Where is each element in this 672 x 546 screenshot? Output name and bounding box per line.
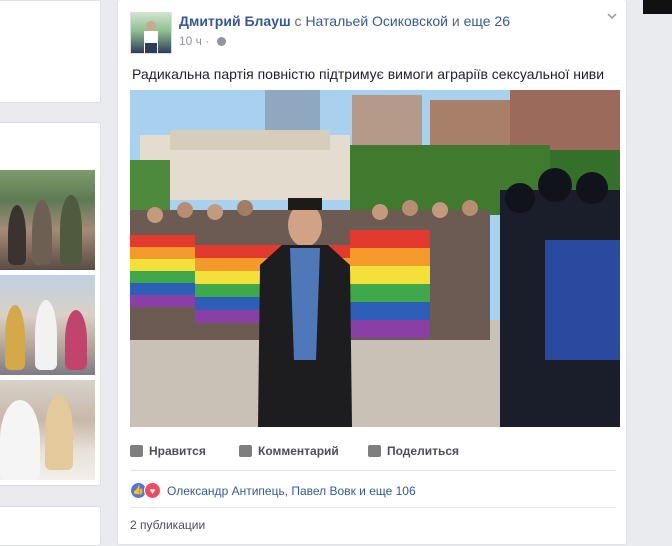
rainbow-flag-left	[130, 235, 195, 307]
rainbow-flag-right	[350, 230, 430, 338]
reactions-text[interactable]: Олександр Антипець, Павел Вовк и еще 106	[167, 484, 416, 498]
avatar-person-icon	[144, 21, 158, 53]
right-dark-bar	[643, 0, 672, 14]
like-button[interactable]: Нравится	[130, 444, 206, 458]
share-icon	[368, 445, 381, 457]
post-photo-illustration	[130, 90, 620, 427]
photo-thumbnail-3[interactable]	[0, 380, 95, 480]
globe-icon[interactable]	[216, 37, 226, 46]
left-card-top	[0, 0, 101, 103]
divider	[130, 507, 616, 508]
like-icon	[130, 445, 143, 457]
post-timestamp[interactable]: 10 ч	[179, 34, 202, 48]
police-line	[500, 168, 620, 427]
photo-thumbnail-1[interactable]	[0, 170, 95, 270]
post-photo[interactable]	[130, 90, 620, 427]
share-button[interactable]: Поделиться	[368, 444, 459, 458]
feed-post: Дмитрий Блауш с Натальей Осиковской и ещ…	[117, 0, 627, 545]
author-link[interactable]: Дмитрий Блауш	[179, 13, 291, 29]
post-meta: 10 ч ·	[179, 34, 226, 48]
love-reaction-icon: ♥	[144, 482, 161, 499]
post-header: Дмитрий Блауш с Натальей Осиковской и ещ…	[179, 13, 510, 29]
with-connector: с	[294, 13, 302, 29]
share-label: Поделиться	[387, 444, 460, 458]
divider	[130, 470, 616, 471]
left-card-bottom	[0, 506, 101, 546]
shares-count[interactable]: 2 публикации	[130, 518, 205, 532]
comment-icon	[239, 445, 252, 457]
photo-thumbnail-2[interactable]	[0, 275, 95, 375]
like-label: Нравится	[149, 444, 206, 458]
avatar[interactable]	[130, 12, 172, 54]
comment-button[interactable]: Комментарий	[239, 444, 339, 458]
and-connector: и	[451, 13, 460, 29]
comment-label: Комментарий	[258, 444, 339, 458]
chevron-down-icon[interactable]	[606, 10, 618, 22]
tagged-user-link[interactable]: Натальей Осиковской	[305, 13, 448, 29]
post-text: Радикальна партія повністю підтримує вим…	[132, 66, 605, 82]
tagged-others-link[interactable]: еще 26	[464, 13, 510, 29]
reactions-summary[interactable]: 👍 ♥ Олександр Антипець, Павел Вовк и еще…	[130, 482, 416, 499]
